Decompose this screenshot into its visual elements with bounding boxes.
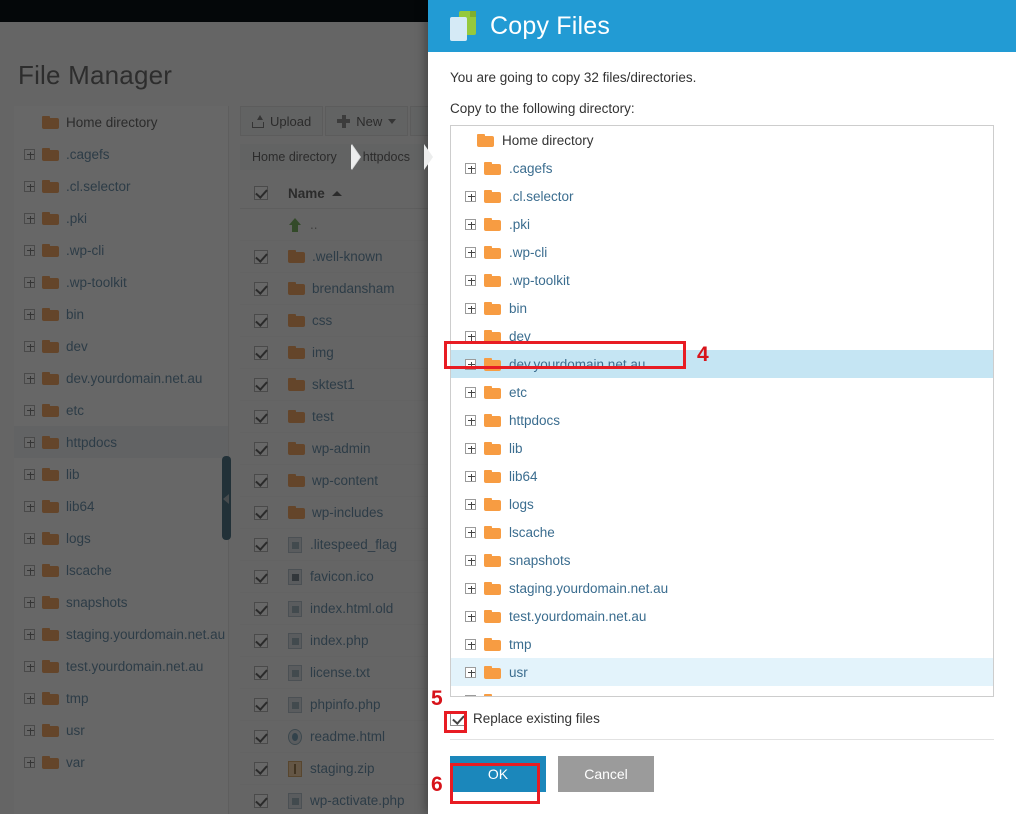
destination-tree-item[interactable]: lib64 (451, 462, 993, 490)
destination-tree-item[interactable]: test.yourdomain.net.au (451, 602, 993, 630)
destination-tree-item[interactable]: .pki (451, 210, 993, 238)
copy-files-dialog: Copy Files You are going to copy 32 file… (428, 0, 1016, 814)
destination-tree-item[interactable]: lib (451, 434, 993, 462)
expand-icon[interactable] (465, 386, 476, 398)
dialog-body: You are going to copy 32 files/directori… (428, 52, 1016, 739)
replace-existing-files-label: Replace existing files (473, 710, 600, 726)
expand-icon[interactable] (465, 442, 476, 454)
folder-icon (484, 525, 501, 539)
copy-info-text: You are going to copy 32 files/directori… (450, 70, 697, 85)
folder-icon (484, 301, 501, 315)
destination-tree-item[interactable]: Home directory (451, 126, 993, 154)
folder-icon (484, 189, 501, 203)
destination-tree-item[interactable]: .wp-cli (451, 238, 993, 266)
destination-tree-item[interactable]: httpdocs (451, 406, 993, 434)
folder-icon (484, 273, 501, 287)
folder-icon (484, 329, 501, 343)
destination-tree-item-label: .pki (509, 216, 531, 232)
destination-tree-item[interactable]: lscache (451, 518, 993, 546)
cancel-button[interactable]: Cancel (558, 756, 654, 792)
destination-tree-item[interactable]: .cagefs (451, 154, 993, 182)
folder-icon (484, 161, 501, 175)
destination-tree-item[interactable]: staging.yourdomain.net.au (451, 574, 993, 602)
replace-existing-files-row[interactable]: Replace existing files (450, 697, 994, 739)
destination-tree-item[interactable]: .wp-toolkit (451, 266, 993, 294)
destination-tree-item-label: logs (509, 496, 534, 512)
expand-icon[interactable] (465, 246, 476, 258)
annotation-number-4: 4 (697, 343, 709, 366)
expand-icon[interactable] (465, 162, 476, 174)
destination-tree-item-label: snapshots (509, 552, 571, 568)
expand-icon[interactable] (465, 218, 476, 230)
folder-icon (484, 217, 501, 231)
destination-tree-item-label: lib64 (509, 468, 538, 484)
folder-icon (484, 637, 501, 651)
destination-tree-item-label: dev (509, 328, 531, 344)
expand-icon[interactable] (465, 526, 476, 538)
copy-prompt-text: Copy to the following directory: (450, 101, 635, 116)
destination-tree-item[interactable]: var (451, 686, 993, 696)
destination-tree-item[interactable]: logs (451, 490, 993, 518)
destination-tree-item[interactable]: dev (451, 322, 993, 350)
expand-icon[interactable] (465, 330, 476, 342)
folder-icon (484, 581, 501, 595)
annotation-number-6: 6 (431, 773, 443, 796)
destination-tree-item-label: httpdocs (509, 412, 561, 428)
folder-icon (484, 497, 501, 511)
annotation-number-5: 5 (431, 687, 443, 710)
destination-tree-item-label: tmp (509, 636, 532, 652)
expand-icon[interactable] (465, 470, 476, 482)
replace-existing-files-checkbox[interactable] (450, 710, 465, 726)
folder-icon (484, 469, 501, 483)
copy-files-icon (450, 11, 476, 41)
destination-directory-tree[interactable]: Home directory .cagefs .cl.selector .pki .wp… (450, 125, 994, 697)
destination-tree-item[interactable]: etc (451, 378, 993, 406)
folder-icon (484, 413, 501, 427)
destination-tree-item[interactable]: .cl.selector (451, 182, 993, 210)
destination-tree-item-label: lib (509, 440, 523, 456)
destination-tree-item-label: dev.yourdomain.net.au (509, 356, 646, 372)
expand-icon[interactable] (465, 638, 476, 650)
destination-tree-item-label: Home directory (502, 132, 594, 148)
folder-icon (484, 441, 501, 455)
folder-icon (484, 385, 501, 399)
destination-tree-item-label: staging.yourdomain.net.au (509, 580, 669, 596)
destination-tree-item-label: bin (509, 300, 528, 316)
destination-tree-item[interactable]: snapshots (451, 546, 993, 574)
destination-tree-item[interactable]: usr (451, 658, 993, 686)
destination-tree-item[interactable]: tmp (451, 630, 993, 658)
expand-icon[interactable] (465, 274, 476, 286)
destination-tree-item-label: .cagefs (509, 160, 553, 176)
expand-icon[interactable] (465, 666, 476, 678)
destination-tree-item-label: lscache (509, 524, 555, 540)
expand-icon[interactable] (465, 498, 476, 510)
folder-icon (477, 133, 494, 147)
expand-icon[interactable] (465, 414, 476, 426)
folder-icon (484, 665, 501, 679)
folder-icon (484, 357, 501, 371)
expand-icon[interactable] (465, 610, 476, 622)
expand-icon[interactable] (465, 358, 476, 370)
expand-icon[interactable] (465, 302, 476, 314)
expand-icon[interactable] (465, 554, 476, 566)
folder-icon (484, 609, 501, 623)
destination-tree-item[interactable]: bin (451, 294, 993, 322)
expand-icon[interactable] (465, 190, 476, 202)
destination-tree-item-label: .wp-cli (509, 244, 548, 260)
destination-tree-item[interactable]: dev.yourdomain.net.au (451, 350, 993, 378)
destination-tree-item-label: usr (509, 664, 528, 680)
expand-icon[interactable] (465, 582, 476, 594)
destination-tree-item-label: .wp-toolkit (509, 272, 570, 288)
folder-icon (484, 245, 501, 259)
folder-icon (484, 553, 501, 567)
ok-button[interactable]: OK (450, 756, 546, 792)
dialog-title: Copy Files (490, 11, 611, 40)
destination-tree-item-label: test.yourdomain.net.au (509, 608, 647, 624)
destination-tree-item-label: etc (509, 384, 528, 400)
dialog-footer: OK Cancel (450, 739, 994, 814)
destination-tree-item-label: .cl.selector (509, 188, 574, 204)
dialog-header: Copy Files (428, 0, 1016, 52)
